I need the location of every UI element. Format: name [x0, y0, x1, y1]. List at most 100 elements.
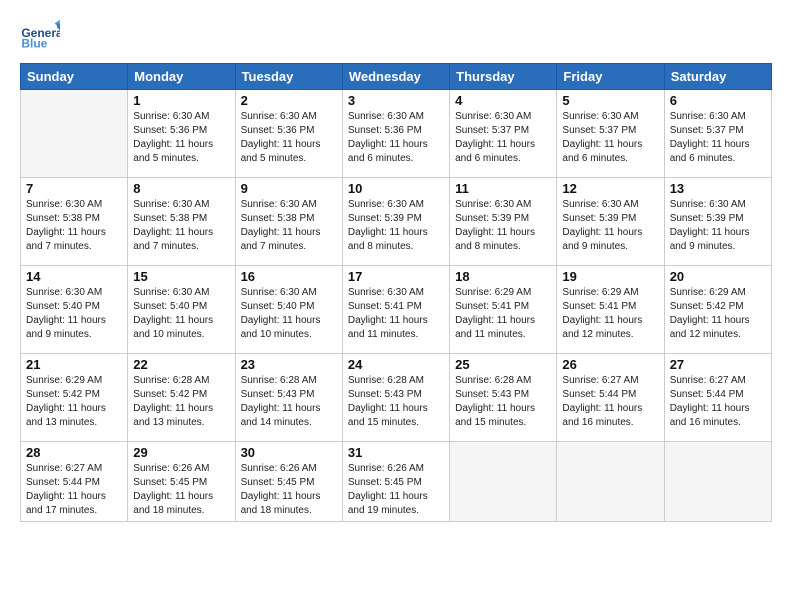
- calendar-cell: [21, 90, 128, 178]
- day-number: 20: [670, 269, 766, 284]
- day-number: 2: [241, 93, 337, 108]
- cell-info: Sunrise: 6:30 AM Sunset: 5:40 PM Dayligh…: [133, 286, 229, 342]
- calendar-cell: 13 Sunrise: 6:30 AM Sunset: 5:39 PM Dayli…: [664, 178, 771, 266]
- calendar-cell: 7 Sunrise: 6:30 AM Sunset: 5:38 PM Daylig…: [21, 178, 128, 266]
- calendar-cell: 27Sunrise: 6:27 AM Sunset: 5:44 PM Dayli…: [664, 354, 771, 442]
- day-number: 23: [241, 357, 337, 372]
- day-number: 5: [562, 93, 658, 108]
- day-number: 17: [348, 269, 444, 284]
- calendar-cell: [450, 442, 557, 522]
- cell-info: Sunrise: 6:26 AM Sunset: 5:45 PM Dayligh…: [133, 462, 229, 518]
- cell-info: Sunrise: 6:30 AM Sunset: 5:37 PM Dayligh…: [670, 110, 766, 166]
- calendar-table: SundayMondayTuesdayWednesdayThursdayFrid…: [20, 63, 772, 522]
- calendar-header-thursday: Thursday: [450, 64, 557, 90]
- calendar-header-monday: Monday: [128, 64, 235, 90]
- calendar-cell: 11 Sunrise: 6:30 AM Sunset: 5:39 PM Dayli…: [450, 178, 557, 266]
- day-number: 30: [241, 445, 337, 460]
- cell-info: Sunrise: 6:30 AM Sunset: 5:38 PM Dayligh…: [26, 198, 122, 254]
- day-number: 29: [133, 445, 229, 460]
- calendar-cell: 15 Sunrise: 6:30 AM Sunset: 5:40 PM Dayli…: [128, 266, 235, 354]
- calendar-cell: 3 Sunrise: 6:30 AM Sunset: 5:36 PM Daylig…: [342, 90, 449, 178]
- day-number: 9: [241, 181, 337, 196]
- day-number: 11: [455, 181, 551, 196]
- calendar-cell: 25 Sunrise: 6:28 AM Sunset: 5:43 PM Dayli…: [450, 354, 557, 442]
- day-number: 26: [562, 357, 658, 372]
- day-number: 19: [562, 269, 658, 284]
- calendar-cell: 2 Sunrise: 6:30 AM Sunset: 5:36 PM Daylig…: [235, 90, 342, 178]
- cell-info: Sunrise: 6:26 AM Sunset: 5:45 PM Dayligh…: [241, 462, 337, 518]
- cell-info: Sunrise: 6:30 AM Sunset: 5:37 PM Dayligh…: [455, 110, 551, 166]
- cell-info: Sunrise: 6:30 AM Sunset: 5:40 PM Dayligh…: [26, 286, 122, 342]
- calendar-header-wednesday: Wednesday: [342, 64, 449, 90]
- calendar-cell: 30 Sunrise: 6:26 AM Sunset: 5:45 PM Dayli…: [235, 442, 342, 522]
- calendar-cell: 20 Sunrise: 6:29 AM Sunset: 5:42 PM Dayli…: [664, 266, 771, 354]
- cell-info: Sunrise: 6:27 AM Sunset: 5:44 PM Dayligh…: [670, 374, 766, 430]
- cell-info: Sunrise: 6:30 AM Sunset: 5:36 PM Dayligh…: [133, 110, 229, 166]
- cell-info: Sunrise: 6:28 AM Sunset: 5:42 PM Dayligh…: [133, 374, 229, 430]
- calendar-cell: 12Sunrise: 6:30 AM Sunset: 5:39 PM Dayli…: [557, 178, 664, 266]
- day-number: 28: [26, 445, 122, 460]
- calendar-cell: 9 Sunrise: 6:30 AM Sunset: 5:38 PM Daylig…: [235, 178, 342, 266]
- cell-info: Sunrise: 6:29 AM Sunset: 5:41 PM Dayligh…: [455, 286, 551, 342]
- cell-info: Sunrise: 6:30 AM Sunset: 5:41 PM Dayligh…: [348, 286, 444, 342]
- calendar-cell: 19 Sunrise: 6:29 AM Sunset: 5:41 PM Dayli…: [557, 266, 664, 354]
- calendar-cell: 5 Sunrise: 6:30 AM Sunset: 5:37 PM Daylig…: [557, 90, 664, 178]
- calendar-cell: 18 Sunrise: 6:29 AM Sunset: 5:41 PM Dayli…: [450, 266, 557, 354]
- cell-info: Sunrise: 6:30 AM Sunset: 5:36 PM Dayligh…: [241, 110, 337, 166]
- day-number: 1: [133, 93, 229, 108]
- cell-info: Sunrise: 6:27 AM Sunset: 5:44 PM Dayligh…: [562, 374, 658, 430]
- logo: General Blue: [20, 15, 64, 55]
- page-header: General Blue: [20, 15, 772, 55]
- cell-info: Sunrise: 6:30 AM Sunset: 5:38 PM Dayligh…: [241, 198, 337, 254]
- cell-info: Sunrise: 6:30 AM Sunset: 5:39 PM Dayligh…: [455, 198, 551, 254]
- cell-info: Sunrise: 6:30 AM Sunset: 5:36 PM Dayligh…: [348, 110, 444, 166]
- cell-info: Sunrise: 6:30 AM Sunset: 5:40 PM Dayligh…: [241, 286, 337, 342]
- day-number: 7: [26, 181, 122, 196]
- day-number: 22: [133, 357, 229, 372]
- cell-info: Sunrise: 6:30 AM Sunset: 5:38 PM Dayligh…: [133, 198, 229, 254]
- calendar-cell: 16 Sunrise: 6:30 AM Sunset: 5:40 PM Dayli…: [235, 266, 342, 354]
- day-number: 16: [241, 269, 337, 284]
- calendar-cell: 1 Sunrise: 6:30 AM Sunset: 5:36 PM Daylig…: [128, 90, 235, 178]
- calendar-cell: 23Sunrise: 6:28 AM Sunset: 5:43 PM Dayli…: [235, 354, 342, 442]
- calendar-cell: 10Sunrise: 6:30 AM Sunset: 5:39 PM Dayli…: [342, 178, 449, 266]
- calendar-cell: 26 Sunrise: 6:27 AM Sunset: 5:44 PM Dayli…: [557, 354, 664, 442]
- page-container: General Blue SundayMondayTuesdayWednesda…: [0, 0, 792, 612]
- day-number: 18: [455, 269, 551, 284]
- cell-info: Sunrise: 6:27 AM Sunset: 5:44 PM Dayligh…: [26, 462, 122, 518]
- day-number: 6: [670, 93, 766, 108]
- day-number: 25: [455, 357, 551, 372]
- cell-info: Sunrise: 6:30 AM Sunset: 5:39 PM Dayligh…: [348, 198, 444, 254]
- day-number: 13: [670, 181, 766, 196]
- cell-info: Sunrise: 6:29 AM Sunset: 5:42 PM Dayligh…: [26, 374, 122, 430]
- cell-info: Sunrise: 6:29 AM Sunset: 5:41 PM Dayligh…: [562, 286, 658, 342]
- day-number: 4: [455, 93, 551, 108]
- cell-info: Sunrise: 6:30 AM Sunset: 5:37 PM Dayligh…: [562, 110, 658, 166]
- calendar-cell: 8 Sunrise: 6:30 AM Sunset: 5:38 PM Daylig…: [128, 178, 235, 266]
- calendar-header-sunday: Sunday: [21, 64, 128, 90]
- cell-info: Sunrise: 6:28 AM Sunset: 5:43 PM Dayligh…: [348, 374, 444, 430]
- day-number: 3: [348, 93, 444, 108]
- day-number: 14: [26, 269, 122, 284]
- calendar-cell: [664, 442, 771, 522]
- cell-info: Sunrise: 6:26 AM Sunset: 5:45 PM Dayligh…: [348, 462, 444, 518]
- calendar-cell: 6 Sunrise: 6:30 AM Sunset: 5:37 PM Daylig…: [664, 90, 771, 178]
- calendar-header-row: SundayMondayTuesdayWednesdayThursdayFrid…: [21, 64, 772, 90]
- calendar-cell: 22 Sunrise: 6:28 AM Sunset: 5:42 PM Dayli…: [128, 354, 235, 442]
- calendar-cell: 4 Sunrise: 6:30 AM Sunset: 5:37 PM Daylig…: [450, 90, 557, 178]
- day-number: 24: [348, 357, 444, 372]
- calendar-header-tuesday: Tuesday: [235, 64, 342, 90]
- cell-info: Sunrise: 6:30 AM Sunset: 5:39 PM Dayligh…: [670, 198, 766, 254]
- day-number: 12: [562, 181, 658, 196]
- cell-info: Sunrise: 6:29 AM Sunset: 5:42 PM Dayligh…: [670, 286, 766, 342]
- day-number: 21: [26, 357, 122, 372]
- calendar-cell: 24 Sunrise: 6:28 AM Sunset: 5:43 PM Dayli…: [342, 354, 449, 442]
- day-number: 8: [133, 181, 229, 196]
- svg-text:Blue: Blue: [21, 37, 47, 51]
- calendar-cell: 21 Sunrise: 6:29 AM Sunset: 5:42 PM Dayli…: [21, 354, 128, 442]
- day-number: 15: [133, 269, 229, 284]
- day-number: 31: [348, 445, 444, 460]
- calendar-cell: 31 Sunrise: 6:26 AM Sunset: 5:45 PM Dayli…: [342, 442, 449, 522]
- cell-info: Sunrise: 6:28 AM Sunset: 5:43 PM Dayligh…: [455, 374, 551, 430]
- calendar-cell: 29 Sunrise: 6:26 AM Sunset: 5:45 PM Dayli…: [128, 442, 235, 522]
